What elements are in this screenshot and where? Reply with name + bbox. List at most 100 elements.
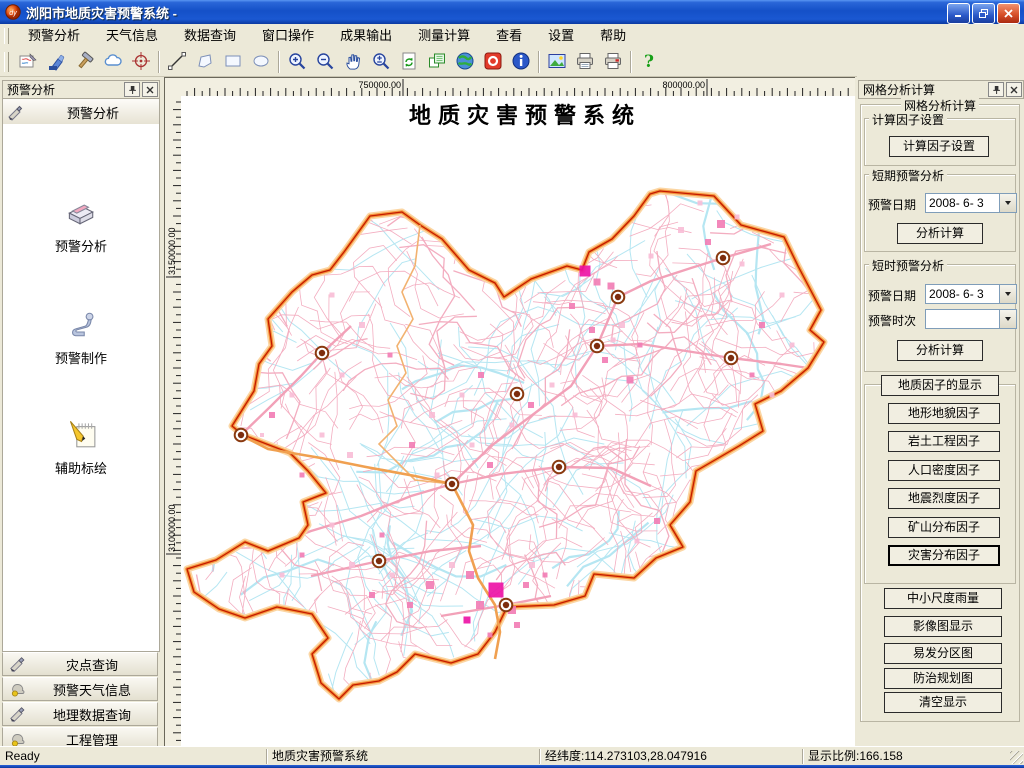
left-panel-bar-1[interactable]: 灾点查询 — [2, 652, 158, 676]
menu-item-2[interactable]: 天气信息 — [93, 24, 171, 48]
zoom-out-button[interactable] — [312, 49, 338, 75]
short-term-analyze-button[interactable]: 分析计算 — [897, 223, 983, 244]
refresh-view-button[interactable] — [396, 49, 422, 75]
rectangle-tool-button[interactable] — [220, 49, 246, 75]
ellipse-tool-button[interactable] — [248, 49, 274, 75]
svg-text:3100000.00: 3100000.00 — [167, 504, 177, 552]
warning-make-icon — [63, 306, 99, 342]
hazard-patch — [476, 601, 484, 609]
polygon-tool-button[interactable] — [192, 49, 218, 75]
left-panel-titlebar: 预警分析 — [2, 80, 160, 99]
right-panel-pin-button[interactable] — [988, 82, 1004, 97]
warning-analysis-button[interactable] — [16, 49, 42, 75]
nowcast-time-combo[interactable] — [925, 309, 1017, 329]
refresh-view-icon — [399, 51, 419, 74]
extra-button-1[interactable]: 中小尺度雨量 — [884, 588, 1002, 609]
left-panel-pin-button[interactable] — [124, 82, 140, 97]
globe-button[interactable] — [452, 49, 478, 75]
polygon-tool-icon — [195, 51, 215, 74]
map-canvas[interactable]: 地质灾害预警系统 — [181, 96, 855, 746]
chevron-down-icon[interactable] — [999, 310, 1016, 328]
close-button[interactable] — [997, 3, 1020, 24]
menu-item-8[interactable]: 设置 — [535, 24, 587, 48]
hazard-patch — [750, 373, 755, 378]
hazard-patch — [426, 581, 434, 589]
factor-button-5[interactable]: 矿山分布因子 — [888, 517, 1000, 538]
left-panel-item-1[interactable]: 预警分析 — [3, 194, 159, 255]
hazard-patch — [649, 254, 654, 259]
toolbar-grip[interactable] — [4, 52, 9, 72]
image-view-button[interactable] — [544, 49, 570, 75]
town-marker — [591, 340, 604, 353]
factor-settings-button[interactable]: 计算因子设置 — [889, 136, 989, 157]
copy-layers-button[interactable] — [424, 49, 450, 75]
left-panel-bar-2[interactable]: 预警天气信息 — [2, 677, 158, 701]
short-term-date-combo[interactable]: 2008- 6- 3 — [925, 193, 1017, 213]
line-tool-button[interactable] — [164, 49, 190, 75]
menu-item-3[interactable]: 数据查询 — [171, 24, 249, 48]
hazard-patch — [449, 562, 455, 568]
extra-button-5[interactable]: 清空显示 — [884, 692, 1002, 713]
factor-button-2[interactable]: 岩土工程因子 — [888, 431, 1000, 452]
zoom-window-button[interactable] — [368, 49, 394, 75]
hazard-patch — [510, 423, 515, 428]
right-panel-close-button[interactable] — [1006, 82, 1022, 97]
chevron-down-icon[interactable] — [999, 194, 1016, 212]
factor-button-3[interactable]: 人口密度因子 — [888, 460, 1000, 481]
left-panel-title: 预警分析 — [7, 81, 55, 98]
menu-item-4[interactable]: 窗口操作 — [249, 24, 327, 48]
hazard-patch — [460, 393, 465, 398]
menu-item-5[interactable]: 成果输出 — [327, 24, 405, 48]
hazard-patch — [580, 266, 591, 277]
left-panel-bar-label: 灾点查询 — [27, 655, 157, 674]
town-marker — [553, 461, 566, 474]
hazard-patch — [638, 343, 643, 348]
left-panel-close-button[interactable] — [142, 82, 158, 97]
menu-item-1[interactable]: 预警分析 — [15, 24, 93, 48]
restore-button[interactable] — [972, 3, 995, 24]
hazard-patch — [735, 215, 740, 220]
hazard-patch — [478, 372, 484, 378]
hazard-patch — [529, 562, 535, 568]
hazard-patch — [528, 402, 534, 408]
factor-button-4[interactable]: 地震烈度因子 — [888, 488, 1000, 509]
town-marker — [717, 252, 730, 265]
hazard-patch — [611, 338, 616, 343]
hazard-patch — [300, 553, 305, 558]
locate-crosshair-button[interactable] — [128, 49, 154, 75]
nowcast-date-label: 预警日期 — [868, 287, 916, 304]
help-button[interactable]: ? — [636, 49, 662, 75]
extra-button-4[interactable]: 防治规划图 — [884, 668, 1002, 689]
zoom-in-button[interactable] — [284, 49, 310, 75]
pan-hand-button[interactable] — [340, 49, 366, 75]
factor-button-6[interactable]: 灾害分布因子 — [888, 545, 1000, 566]
geo-factor-display-button[interactable]: 地质因子的显示 — [881, 375, 999, 396]
hazard-patch — [290, 393, 295, 398]
hammer-button[interactable] — [72, 49, 98, 75]
minimize-button[interactable] — [947, 3, 970, 24]
left-panel-item-3[interactable]: 辅助标绘 — [3, 416, 159, 477]
stop-button[interactable] — [480, 49, 506, 75]
weather-cloud-button[interactable] — [100, 49, 126, 75]
resize-grip[interactable] — [1010, 751, 1023, 764]
town-marker — [725, 352, 738, 365]
window-title: 浏阳市地质灾害预警系统 - — [26, 3, 177, 22]
extra-button-2[interactable]: 影像图显示 — [884, 616, 1002, 637]
print-button[interactable] — [572, 49, 598, 75]
nowcast-analyze-button[interactable]: 分析计算 — [897, 340, 983, 361]
extra-button-3[interactable]: 易发分区图 — [884, 643, 1002, 664]
hazard-patch — [759, 322, 765, 328]
info-button[interactable] — [508, 49, 534, 75]
left-panel-item-2[interactable]: 预警制作 — [3, 306, 159, 367]
factor-button-1[interactable]: 地形地貌因子 — [888, 403, 1000, 424]
menu-grip[interactable] — [4, 28, 9, 45]
plot-brush-button[interactable] — [44, 49, 70, 75]
hazard-patch — [589, 327, 595, 333]
chevron-down-icon[interactable] — [999, 285, 1016, 303]
print-setup-button[interactable] — [600, 49, 626, 75]
left-panel-bar-3[interactable]: 地理数据查询 — [2, 702, 158, 726]
menu-item-6[interactable]: 测量计算 — [405, 24, 483, 48]
menu-item-7[interactable]: 查看 — [483, 24, 535, 48]
menu-item-9[interactable]: 帮助 — [587, 24, 639, 48]
nowcast-date-combo[interactable]: 2008- 6- 3 — [925, 284, 1017, 304]
